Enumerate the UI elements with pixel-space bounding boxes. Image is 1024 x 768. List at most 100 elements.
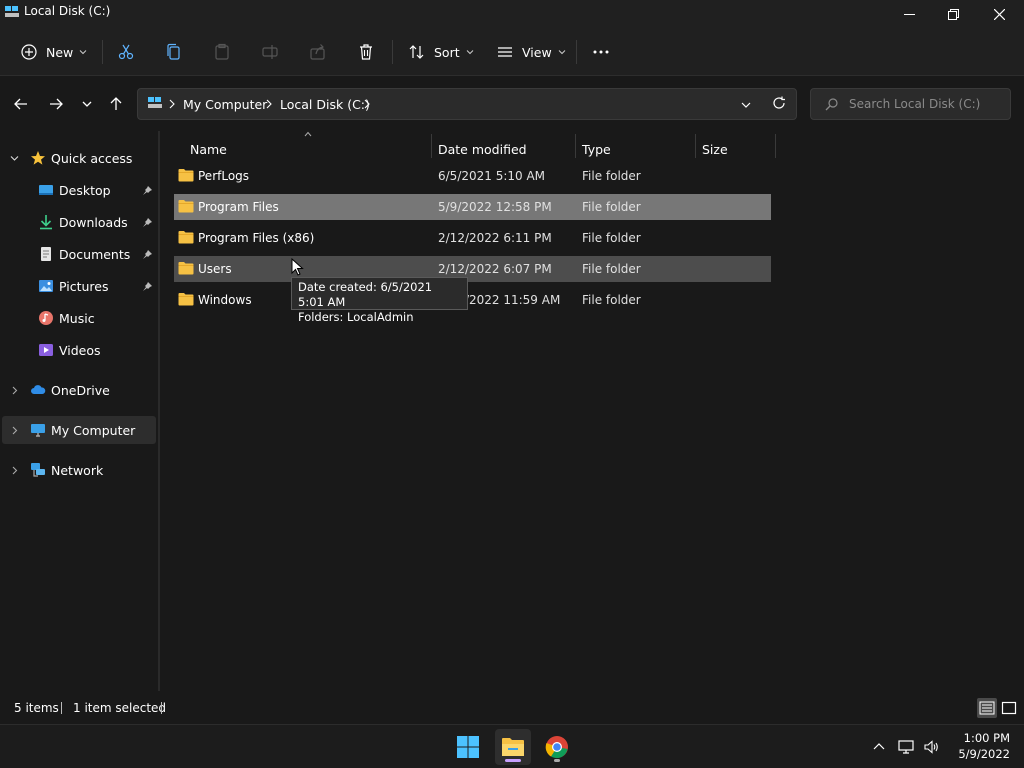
videos-icon [39,344,53,356]
column-header-name[interactable]: Name [190,136,227,162]
up-button[interactable] [106,94,126,114]
column-header-date[interactable]: Date modified [438,136,527,162]
more-options-button[interactable] [592,38,610,66]
network-status-button[interactable] [896,737,916,757]
recent-locations-button[interactable] [77,94,97,114]
cloud-icon [31,385,46,394]
column-resize-handle[interactable] [575,134,576,158]
sidebar-item-documents[interactable]: Documents [2,240,156,268]
details-view-button[interactable] [977,698,997,718]
paste-icon [215,43,229,60]
chrome-icon [545,736,568,759]
search-input[interactable] [849,95,1004,113]
taskbar: 1:00 PM 5/9/2022 [0,724,1024,768]
file-row[interactable]: Windows 2/12/2022 11:59 AM File folder [174,287,771,313]
file-row[interactable]: Program Files 5/9/2022 12:58 PM File fol… [174,194,771,220]
sidebar-item-downloads[interactable]: Downloads [2,208,156,236]
view-button[interactable]: View [496,38,566,66]
restore-button[interactable] [930,0,976,28]
column-resize-handle[interactable] [695,134,696,158]
sidebar-label: Music [59,310,95,326]
file-row[interactable]: Users 2/12/2022 6:07 PM File folder [174,256,771,282]
column-header-type[interactable]: Type [582,136,611,162]
trash-icon [360,44,372,60]
sidebar-item-network[interactable]: Network [2,456,156,484]
back-button[interactable] [11,94,31,114]
forward-button[interactable] [46,94,66,114]
navigation-pane: Quick access Desktop Downloads Documents… [0,131,158,691]
sidebar-label: Downloads [59,214,128,230]
refresh-icon[interactable] [772,96,786,110]
search-box[interactable] [810,88,1011,120]
pin-icon[interactable] [142,249,153,260]
address-bar-row: My Computer Local Disk (C:) [0,77,1024,131]
file-row[interactable]: PerfLogs 6/5/2021 5:10 AM File folder [174,163,771,189]
sort-label: Sort [434,44,460,60]
star-icon [31,151,45,165]
documents-icon [41,247,51,261]
more-icon [593,50,609,54]
sidebar-item-music[interactable]: Music [2,304,156,332]
tiles-view-button[interactable] [999,698,1019,718]
cut-button[interactable] [117,38,135,66]
taskbar-clock[interactable]: 1:00 PM 5/9/2022 [950,730,1010,762]
copy-button[interactable] [165,38,183,66]
taskbar-chrome[interactable] [539,729,575,765]
sidebar-label: Desktop [59,182,111,198]
column-header-size[interactable]: Size [702,136,728,162]
pin-icon[interactable] [142,281,153,292]
rename-button[interactable] [261,38,279,66]
breadcrumb-local-disk[interactable]: Local Disk (C:) [280,97,370,112]
close-button[interactable] [976,0,1022,28]
sidebar-label: OneDrive [51,382,110,398]
chevron-right-icon[interactable] [10,466,19,475]
share-button[interactable] [309,38,327,66]
taskbar-file-explorer[interactable] [495,729,531,765]
close-icon [993,8,1005,20]
column-resize-handle[interactable] [775,134,776,158]
chevron-right-icon[interactable] [10,386,19,395]
sidebar-item-videos[interactable]: Videos [2,336,156,364]
breadcrumb-my-computer[interactable]: My Computer [183,97,267,112]
address-dropdown-icon[interactable] [741,101,751,109]
copy-icon [167,43,180,60]
delete-button[interactable] [357,38,375,66]
file-explorer-icon [502,738,524,756]
sidebar-item-my-computer[interactable]: My Computer [2,416,156,444]
paste-button[interactable] [213,38,231,66]
new-button[interactable]: New [20,38,87,66]
pin-icon[interactable] [142,185,153,196]
sidebar-item-quick-access[interactable]: Quick access [2,144,156,172]
drive-icon [148,97,162,108]
sidebar-item-onedrive[interactable]: OneDrive [2,376,156,404]
chevron-down-icon[interactable] [10,154,19,163]
file-type: File folder [582,200,641,214]
tooltip-date-created: Date created: 6/5/2021 5:01 AM [298,280,433,309]
sidebar-label: Documents [59,246,131,262]
active-indicator [505,759,521,762]
clock-time: 1:00 PM [963,731,1010,745]
minimize-button[interactable] [886,0,932,28]
sidebar-label: Pictures [59,278,109,294]
sort-button[interactable]: Sort [408,38,474,66]
volume-button[interactable] [921,737,941,757]
folder-icon [178,262,194,275]
start-button[interactable] [450,729,486,765]
column-resize-handle[interactable] [431,134,432,158]
pin-icon[interactable] [142,217,153,228]
sidebar-label: Network [51,462,104,478]
file-date: 2/12/2022 6:11 PM [438,231,552,245]
show-hidden-icons-button[interactable] [869,737,889,757]
address-field[interactable]: My Computer Local Disk (C:) [137,88,797,120]
chevron-right-icon[interactable] [10,426,19,435]
mouse-cursor-icon [291,258,304,276]
speaker-icon [924,740,938,754]
window-title: Local Disk (C:) [24,4,111,18]
file-name: Users [198,262,232,276]
folder-icon [178,293,194,306]
file-row[interactable]: Program Files (x86) 2/12/2022 6:11 PM Fi… [174,225,771,251]
sidebar-item-pictures[interactable]: Pictures [2,272,156,300]
status-divider [61,702,62,714]
file-date: 6/5/2021 5:10 AM [438,169,546,183]
sidebar-item-desktop[interactable]: Desktop [2,176,156,204]
